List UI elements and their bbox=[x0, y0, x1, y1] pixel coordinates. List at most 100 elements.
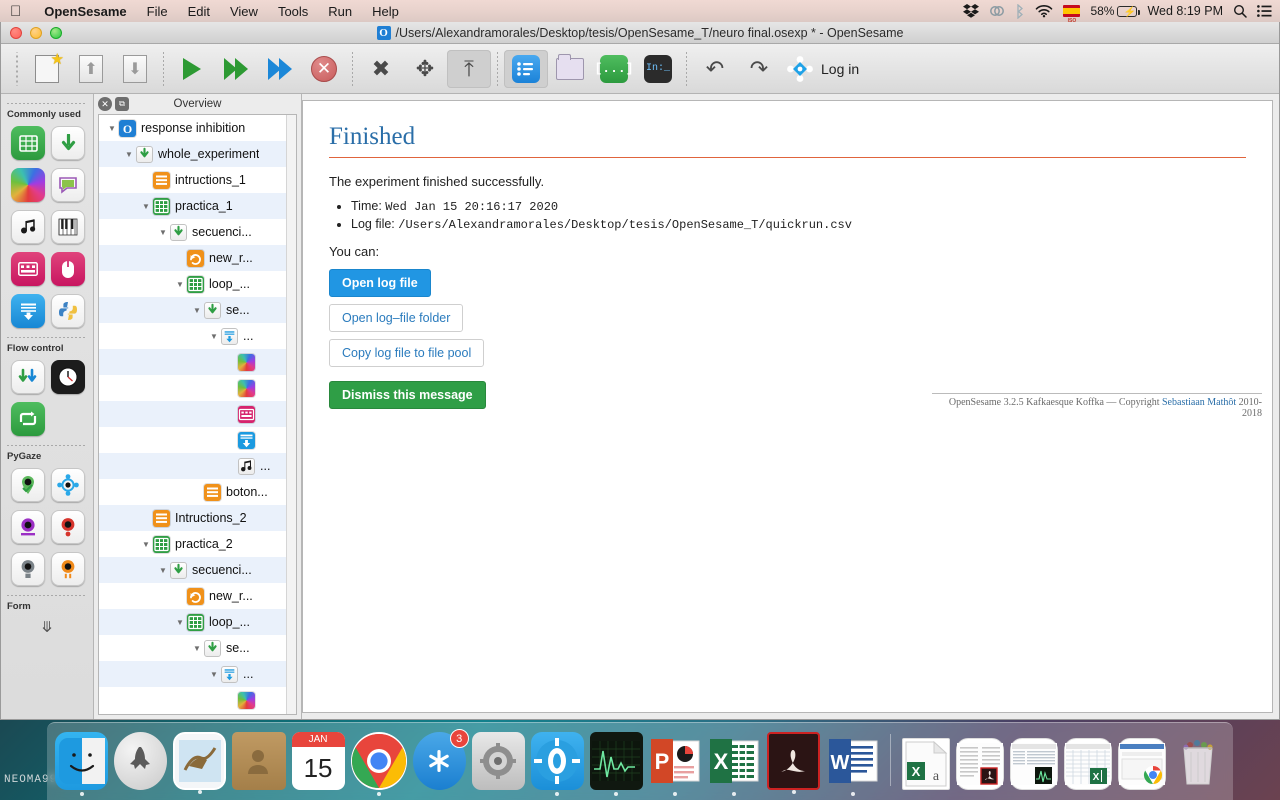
run-fullscreen-button[interactable] bbox=[170, 50, 214, 88]
toolbar-grip[interactable] bbox=[14, 51, 20, 86]
creative-cloud-icon[interactable] bbox=[989, 0, 1005, 22]
dock-system-preferences[interactable] bbox=[471, 732, 525, 790]
coroutines-item[interactable] bbox=[11, 360, 45, 394]
pygaze-stop-recording-item[interactable] bbox=[11, 552, 45, 586]
table-row[interactable]: ▼ se... bbox=[99, 635, 296, 661]
menu-file[interactable]: File bbox=[137, 4, 178, 19]
logger-item[interactable] bbox=[11, 294, 45, 328]
table-row[interactable]: new_r... bbox=[99, 583, 296, 609]
table-row[interactable] bbox=[99, 687, 296, 713]
new-experiment-button[interactable]: ★ bbox=[25, 50, 69, 88]
open-log-folder-button[interactable]: Open log–file folder bbox=[329, 304, 464, 332]
dock-excel[interactable]: X bbox=[708, 732, 761, 796]
dock-acrobat[interactable] bbox=[766, 732, 821, 794]
dock-min-excel-doc[interactable]: X a bbox=[902, 738, 950, 790]
login-label[interactable]: Log in bbox=[821, 61, 859, 77]
sketchpad-item[interactable] bbox=[11, 168, 45, 202]
dropbox-icon[interactable] bbox=[963, 0, 980, 22]
undo-button[interactable]: ↶ bbox=[693, 50, 737, 88]
palette-more-chevron-icon[interactable]: ⤋ bbox=[1, 616, 93, 636]
chevron-down-icon[interactable]: ▼ bbox=[139, 540, 153, 549]
advanced-delay-item[interactable] bbox=[51, 360, 85, 394]
save-experiment-button[interactable]: ⬇ bbox=[113, 50, 157, 88]
wifi-icon[interactable] bbox=[1035, 0, 1053, 22]
battery-status[interactable]: 58% ⚡ bbox=[1090, 0, 1141, 22]
pygaze-wait-item[interactable] bbox=[51, 552, 85, 586]
table-row[interactable]: ▼ Oresponse inhibition bbox=[99, 115, 296, 141]
overview-tree-scrollbar[interactable] bbox=[286, 115, 296, 714]
chevron-down-icon[interactable]: ▼ bbox=[156, 566, 170, 575]
dock-trash[interactable] bbox=[1172, 732, 1225, 790]
feedback-item[interactable] bbox=[51, 168, 85, 202]
dock-activity-monitor[interactable] bbox=[589, 732, 643, 796]
dock-min-activity-window[interactable] bbox=[1009, 738, 1058, 790]
mouse-response-item[interactable] bbox=[51, 252, 85, 286]
table-row[interactable]: ▼ secuenci... bbox=[99, 219, 296, 245]
quick-run-button[interactable] bbox=[258, 50, 302, 88]
synth-item[interactable] bbox=[51, 210, 85, 244]
chevron-down-icon[interactable]: ▼ bbox=[122, 150, 136, 159]
dock-finder[interactable] bbox=[55, 732, 109, 796]
open-experiment-button[interactable]: ⬆ bbox=[69, 50, 113, 88]
dock-chrome[interactable] bbox=[350, 732, 407, 796]
chevron-down-icon[interactable]: ▼ bbox=[173, 280, 187, 289]
dismiss-message-button[interactable]: Dismiss this message bbox=[329, 381, 486, 409]
table-row[interactable] bbox=[99, 349, 296, 375]
show-overview-button[interactable]: ⤒ bbox=[447, 49, 491, 88]
menu-tools[interactable]: Tools bbox=[268, 4, 318, 19]
pygaze-start-recording-item[interactable] bbox=[51, 510, 85, 544]
table-row[interactable]: ... bbox=[99, 453, 296, 479]
table-row[interactable]: ▼ loop_... bbox=[99, 271, 296, 297]
table-row[interactable]: ▼... bbox=[99, 661, 296, 687]
table-row[interactable]: intructions_1 bbox=[99, 167, 296, 193]
dock-launchpad[interactable] bbox=[114, 732, 168, 790]
menu-edit[interactable]: Edit bbox=[178, 4, 220, 19]
notification-center-icon[interactable] bbox=[1257, 0, 1272, 22]
apple-menu-icon[interactable]:  bbox=[0, 4, 34, 19]
chevron-down-icon[interactable]: ▼ bbox=[139, 202, 153, 211]
table-row[interactable]: ▼... bbox=[99, 323, 296, 349]
sampler-item[interactable] bbox=[11, 210, 45, 244]
keyboard-layout-icon[interactable] bbox=[1063, 0, 1081, 24]
dock-calendar[interactable]: JAN 15 bbox=[291, 732, 345, 790]
debug-window-button[interactable]: In:_ bbox=[636, 50, 680, 88]
footer-author-link[interactable]: Sebastiaan Mathôt bbox=[1162, 397, 1236, 408]
dock-powerpoint[interactable]: P bbox=[649, 732, 702, 796]
dock-min-chrome-window[interactable] bbox=[1117, 738, 1166, 790]
spotlight-search-icon[interactable] bbox=[1233, 0, 1247, 22]
menu-app-name[interactable]: OpenSesame bbox=[34, 4, 136, 19]
menu-run[interactable]: Run bbox=[318, 4, 362, 19]
sequence-item[interactable] bbox=[51, 126, 85, 160]
dock-min-pdf-doc[interactable] bbox=[955, 738, 1004, 790]
table-row[interactable]: ▼ practica_2 bbox=[99, 531, 296, 557]
dock-opensesame[interactable] bbox=[530, 732, 584, 796]
pygaze-log-item[interactable] bbox=[11, 510, 45, 544]
dock-mail[interactable] bbox=[173, 732, 227, 794]
pygaze-init-item[interactable] bbox=[11, 468, 45, 502]
table-row[interactable]: ▼ whole_experiment bbox=[99, 141, 296, 167]
login-area[interactable]: Log in bbox=[781, 55, 859, 82]
table-row[interactable] bbox=[99, 375, 296, 401]
pygaze-drift-correct-item[interactable] bbox=[51, 468, 85, 502]
table-row[interactable]: ▼ practica_1 bbox=[99, 193, 296, 219]
overview-close-button[interactable]: ✕ bbox=[98, 97, 112, 111]
close-other-tabs-button[interactable]: ✥ bbox=[403, 50, 447, 88]
table-row[interactable]: Intructions_2 bbox=[99, 505, 296, 531]
variable-inspector-button[interactable]: [...] bbox=[592, 50, 636, 88]
overview-float-button[interactable]: ⧉ bbox=[115, 97, 129, 111]
table-row[interactable]: new_r... bbox=[99, 245, 296, 271]
table-row[interactable]: ▼ secuenci... bbox=[99, 557, 296, 583]
open-log-file-button[interactable]: Open log file bbox=[329, 269, 431, 297]
chevron-down-icon[interactable]: ▼ bbox=[207, 670, 221, 679]
chevron-down-icon[interactable]: ▼ bbox=[207, 332, 221, 341]
close-tab-button[interactable]: ✖ bbox=[359, 50, 403, 88]
bluetooth-icon[interactable] bbox=[1015, 0, 1025, 22]
copy-log-to-pool-button[interactable]: Copy log file to file pool bbox=[329, 339, 485, 367]
table-row[interactable] bbox=[99, 401, 296, 427]
table-row[interactable] bbox=[99, 427, 296, 453]
menu-help[interactable]: Help bbox=[362, 4, 409, 19]
table-row[interactable]: ▼ se... bbox=[99, 297, 296, 323]
keyboard-response-item[interactable] bbox=[11, 252, 45, 286]
repeat-cycle-item[interactable] bbox=[11, 402, 45, 436]
dock-app-store[interactable]: 3 bbox=[412, 729, 469, 790]
